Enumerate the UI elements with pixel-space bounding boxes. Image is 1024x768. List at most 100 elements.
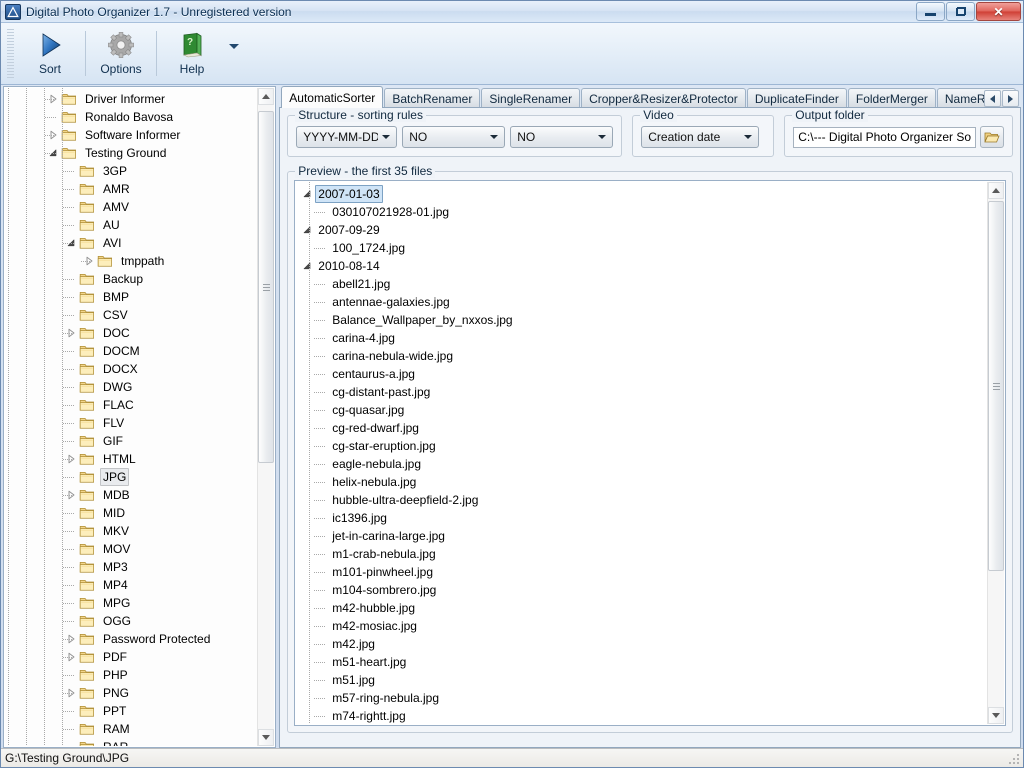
- options-button[interactable]: Options: [88, 23, 154, 84]
- tree-item-avi[interactable]: AVI: [5, 234, 257, 252]
- tab-singlerenamer[interactable]: SingleRenamer: [481, 88, 581, 108]
- tab-duplicatefinder[interactable]: DuplicateFinder: [746, 88, 847, 108]
- tree-item-driver-informer[interactable]: Driver Informer: [5, 90, 257, 108]
- structure-dropdown-1[interactable]: YYYY-MM-DD: [296, 126, 398, 148]
- tree-item-mp4[interactable]: MP4: [5, 576, 257, 594]
- tree-item-pdf[interactable]: PDF: [5, 648, 257, 666]
- video-dropdown[interactable]: Creation date: [641, 126, 760, 148]
- tree-item-html[interactable]: HTML: [5, 450, 257, 468]
- preview-file-item[interactable]: 100_1724.jpg: [296, 239, 987, 257]
- tree-item-amv[interactable]: AMV: [5, 198, 257, 216]
- preview-file-item[interactable]: cg-quasar.jpg: [296, 401, 987, 419]
- tree-scroll-track[interactable]: [258, 105, 275, 729]
- resize-grip-icon[interactable]: [1007, 752, 1021, 766]
- preview-file-item[interactable]: jet-in-carina-large.jpg: [296, 527, 987, 545]
- preview-date-group[interactable]: 2007-01-03: [296, 185, 987, 203]
- preview-file-item[interactable]: m1-crab-nebula.jpg: [296, 545, 987, 563]
- tab-foldermerger[interactable]: FolderMerger: [847, 88, 936, 108]
- tree-item-docm[interactable]: DOCM: [5, 342, 257, 360]
- tree-item-amr[interactable]: AMR: [5, 180, 257, 198]
- tree-item-testing-ground[interactable]: Testing Ground: [5, 144, 257, 162]
- tree-item-tmppath[interactable]: tmppath: [5, 252, 257, 270]
- sort-button[interactable]: Sort: [17, 23, 83, 84]
- tree-item-flac[interactable]: FLAC: [5, 396, 257, 414]
- structure-dropdown-2[interactable]: NO: [402, 126, 506, 148]
- preview-file-item[interactable]: ic1396.jpg: [296, 509, 987, 527]
- tree-item-mid[interactable]: MID: [5, 504, 257, 522]
- tree-scroll-up-button[interactable]: [258, 88, 275, 105]
- tree-item-au[interactable]: AU: [5, 216, 257, 234]
- restore-button[interactable]: [946, 2, 975, 21]
- tree-item-ppt[interactable]: PPT: [5, 702, 257, 720]
- tree-item-mkv[interactable]: MKV: [5, 522, 257, 540]
- preview-file-item[interactable]: cg-distant-past.jpg: [296, 383, 987, 401]
- preview-file-item[interactable]: m101-pinwheel.jpg: [296, 563, 987, 581]
- tree-item-png[interactable]: PNG: [5, 684, 257, 702]
- tree-vertical-scrollbar[interactable]: [257, 88, 275, 746]
- browse-folder-button[interactable]: [980, 126, 1004, 148]
- preview-file-item[interactable]: m51.jpg: [296, 671, 987, 689]
- preview-file-item[interactable]: 030107021928-01.jpg: [296, 203, 987, 221]
- tree-item-3gp[interactable]: 3GP: [5, 162, 257, 180]
- help-button[interactable]: ? Help: [159, 23, 225, 84]
- tree-item-docx[interactable]: DOCX: [5, 360, 257, 378]
- preview-list[interactable]: 2007-01-03 030107021928-01.jpg 2007-09-29 1…: [296, 182, 987, 724]
- preview-vertical-scrollbar[interactable]: [987, 182, 1004, 724]
- preview-file-item[interactable]: m42.jpg: [296, 635, 987, 653]
- preview-file-item[interactable]: m51-heart.jpg: [296, 653, 987, 671]
- preview-file-item[interactable]: m74-rightt.jpg: [296, 707, 987, 724]
- tree-item-mp3[interactable]: MP3: [5, 558, 257, 576]
- preview-scroll-track[interactable]: [988, 199, 1004, 707]
- preview-file-item[interactable]: centaurus-a.jpg: [296, 365, 987, 383]
- tree-item-jpg[interactable]: JPG: [5, 468, 257, 486]
- tree-collapse-toggle-icon[interactable]: [299, 257, 315, 275]
- tree-item-flv[interactable]: FLV: [5, 414, 257, 432]
- tree-item-bmp[interactable]: BMP: [5, 288, 257, 306]
- tree-item-doc[interactable]: DOC: [5, 324, 257, 342]
- tree-item-mov[interactable]: MOV: [5, 540, 257, 558]
- preview-file-item[interactable]: hubble-ultra-deepfield-2.jpg: [296, 491, 987, 509]
- tree-item-dwg[interactable]: DWG: [5, 378, 257, 396]
- structure-dropdown-3[interactable]: NO: [510, 126, 614, 148]
- preview-scroll-thumb[interactable]: [988, 201, 1004, 571]
- tree-item-rar[interactable]: RAR: [5, 738, 257, 746]
- tree-scroll-down-button[interactable]: [258, 729, 275, 746]
- preview-file-item[interactable]: Balance_Wallpaper_by_nxxos.jpg: [296, 311, 987, 329]
- preview-file-item[interactable]: m57-ring-nebula.jpg: [296, 689, 987, 707]
- toolbar-grip[interactable]: [7, 28, 14, 79]
- tree-item-php[interactable]: PHP: [5, 666, 257, 684]
- preview-file-item[interactable]: cg-star-eruption.jpg: [296, 437, 987, 455]
- output-path-input[interactable]: C:\--- Digital Photo Organizer So: [793, 126, 976, 148]
- preview-file-item[interactable]: cg-red-dwarf.jpg: [296, 419, 987, 437]
- tree-item-ram[interactable]: RAM: [5, 720, 257, 738]
- tab-automaticsorter[interactable]: AutomaticSorter: [281, 86, 384, 108]
- tree-item-backup[interactable]: Backup: [5, 270, 257, 288]
- preview-scroll-down-button[interactable]: [988, 707, 1004, 724]
- folder-tree[interactable]: Driver Informer Ronaldo Bavosa Software In…: [5, 88, 258, 746]
- preview-date-group[interactable]: 2010-08-14: [296, 257, 987, 275]
- preview-file-item[interactable]: abell21.jpg: [296, 275, 987, 293]
- preview-date-group[interactable]: 2007-09-29: [296, 221, 987, 239]
- preview-file-item[interactable]: antennae-galaxies.jpg: [296, 293, 987, 311]
- tree-collapse-toggle-icon[interactable]: [299, 221, 315, 239]
- tree-item-ronaldo-bavosa[interactable]: Ronaldo Bavosa: [5, 108, 257, 126]
- tree-item-csv[interactable]: CSV: [5, 306, 257, 324]
- tree-item-mpg[interactable]: MPG: [5, 594, 257, 612]
- preview-file-item[interactable]: eagle-nebula.jpg: [296, 455, 987, 473]
- preview-file-item[interactable]: m42-hubble.jpg: [296, 599, 987, 617]
- minimize-button[interactable]: [916, 2, 945, 21]
- tree-collapse-toggle-icon[interactable]: [299, 185, 315, 203]
- preview-file-item[interactable]: m104-sombrero.jpg: [296, 581, 987, 599]
- preview-file-item[interactable]: carina-4.jpg: [296, 329, 987, 347]
- tree-scroll-thumb[interactable]: [258, 111, 275, 463]
- preview-file-item[interactable]: carina-nebula-wide.jpg: [296, 347, 987, 365]
- tab-strip[interactable]: AutomaticSorter BatchRenamer SingleRenamer…: [279, 86, 1021, 108]
- tree-item-password-protected[interactable]: Password Protected: [5, 630, 257, 648]
- preview-file-item[interactable]: helix-nebula.jpg: [296, 473, 987, 491]
- tree-item-mdb[interactable]: MDB: [5, 486, 257, 504]
- preview-scroll-up-button[interactable]: [988, 182, 1004, 199]
- tab-cropper-resizer-protector[interactable]: Cropper&Resizer&Protector: [581, 88, 746, 108]
- tree-item-ogg[interactable]: OGG: [5, 612, 257, 630]
- close-button[interactable]: ✕: [976, 2, 1021, 21]
- toolbar-overflow-button[interactable]: [225, 23, 245, 84]
